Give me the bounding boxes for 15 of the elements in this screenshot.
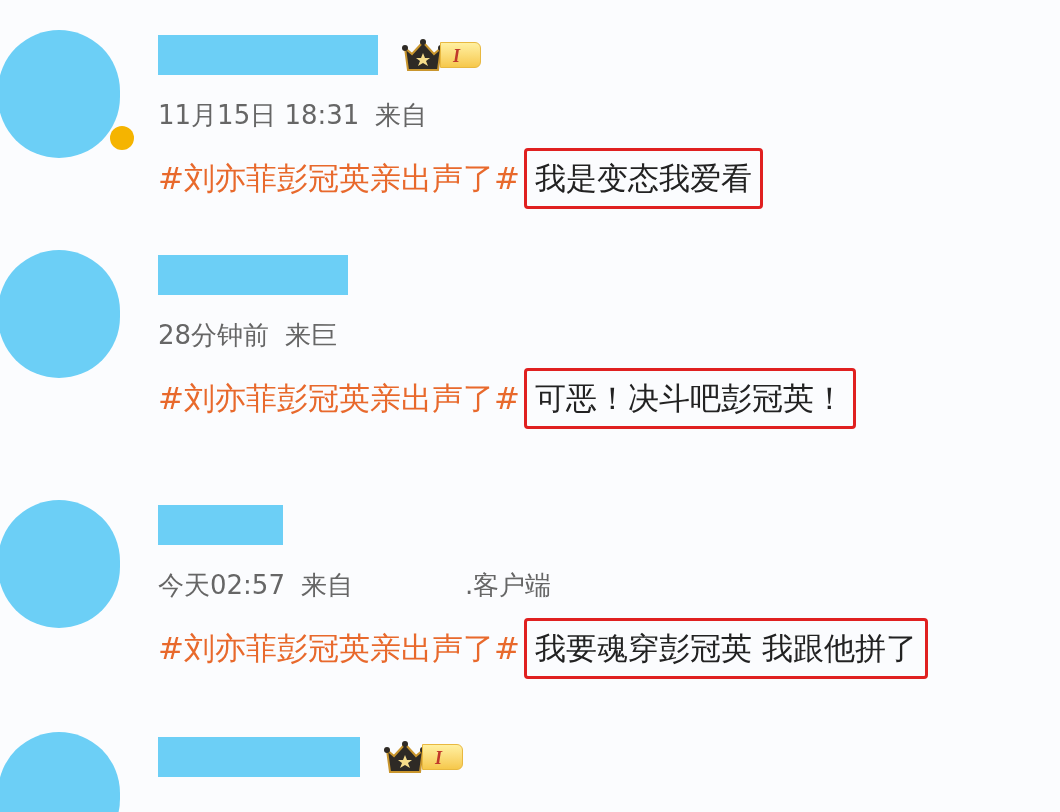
source-label: 来巨 xyxy=(285,319,338,352)
source-label: 来自 xyxy=(300,569,353,602)
hashtag-link[interactable]: #刘亦菲彭冠英亲出声了# xyxy=(158,375,520,422)
source-label: 来自 xyxy=(375,99,428,132)
comment-text: 我要魂穿彭冠英 我跟他拼了 xyxy=(523,618,928,679)
timestamp: 28分钟前 xyxy=(158,319,270,352)
hashtag-link[interactable]: #刘亦菲彭冠英亲出声了# xyxy=(158,155,520,202)
timestamp: 今天02:57 xyxy=(158,569,285,602)
level-label: I xyxy=(440,42,481,68)
timestamp: 11月15日 18:31 xyxy=(158,99,360,132)
hashtag-link[interactable]: #刘亦菲彭冠英亲出声了# xyxy=(158,625,520,672)
comment-text: 可恶！决斗吧彭冠英！ xyxy=(523,368,856,429)
comment-text: 我是变态我爱看 xyxy=(523,148,763,209)
client-name: .客户端 xyxy=(464,569,552,602)
level-label: I xyxy=(422,744,463,770)
